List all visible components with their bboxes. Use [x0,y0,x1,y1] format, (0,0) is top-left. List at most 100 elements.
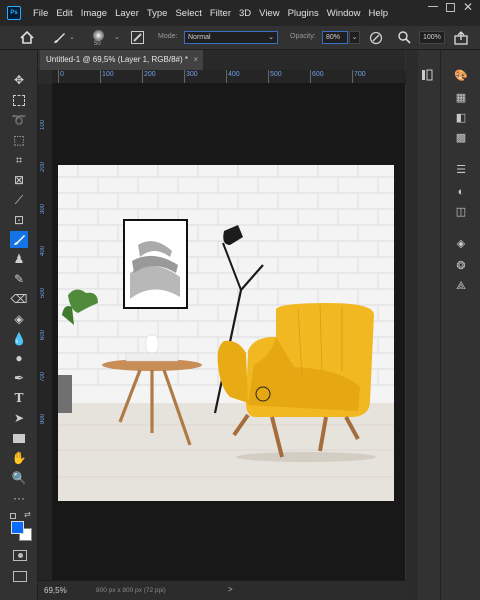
ruler-origin[interactable] [38,70,52,84]
ruler-v-label: 800 [40,414,46,425]
path-selection-tool-icon[interactable]: ➤ [10,410,28,427]
properties-icon[interactable]: ☰ [453,162,469,178]
color-palette-icon[interactable]: 🎨 [453,68,469,84]
brush-settings-icon[interactable] [131,31,144,44]
menu-layer[interactable]: Layer [111,8,143,19]
menu-select[interactable]: Select [171,8,205,19]
menu-image[interactable]: Image [77,8,111,19]
chevron-down-icon[interactable]: ⌄ [114,33,120,41]
screen-mode-icon[interactable] [13,571,27,582]
menu-file[interactable]: File [29,8,52,19]
ruler-v-label: 500 [40,288,46,299]
share-icon[interactable] [454,31,468,45]
zoom-tool-icon[interactable]: 🔍 [10,470,28,487]
more-tools-icon[interactable]: ··· [10,490,28,507]
ruler-h-label: 400 [228,71,240,78]
libraries-icon[interactable]: ◫ [453,204,469,220]
brush-preset-icon[interactable] [52,31,66,45]
eyedropper-tool-icon[interactable]: ⟋ [10,192,28,209]
default-colors-icon[interactable] [10,513,16,519]
status-zoom[interactable]: 69,5% [44,586,67,595]
close-icon[interactable]: ✕ [463,0,473,14]
brush-tool-icon[interactable] [10,231,28,248]
layers-icon[interactable]: ◈ [453,236,469,252]
tools-panel: ✥ ➰ ⬚ ⌗ ⊠ ⟋ ⊡ ♟ ✎ ⌫ ◈ 💧 ● ✒ T ➤ ✋ 🔍 ··· … [0,50,38,600]
channels-icon[interactable]: ❂ [453,258,469,274]
home-icon[interactable] [20,31,34,44]
zoom-value: 100% [423,34,441,41]
opacity-value: 80% [326,34,341,41]
patterns-icon[interactable]: ▩ [453,130,469,146]
close-tab-icon[interactable]: × [193,50,198,70]
minimize-icon[interactable] [428,6,438,7]
horizontal-ruler[interactable]: 0 100 200 300 400 500 600 700 [38,70,406,84]
menu-3d[interactable]: 3D [235,8,255,19]
pen-tool-icon[interactable]: ✒ [10,370,28,387]
menu-window[interactable]: Window [323,8,365,19]
object-select-tool-icon[interactable]: ⬚ [10,132,28,149]
document-tab[interactable]: Untitled-1 @ 69,5% (Layer 1, RGB/8#) * × [40,50,203,70]
ruler-v-label: 600 [40,330,46,341]
quick-mask-icon[interactable] [13,550,27,561]
frame-tool-icon[interactable]: ⊠ [10,172,28,189]
menu-plugins[interactable]: Plugins [284,8,323,19]
photoshop-logo-icon[interactable]: Ps [7,6,21,20]
mode-value: Normal [188,34,211,41]
status-document-size: 800 px x 800 px (72 ppi) [96,587,166,594]
opacity-dropdown[interactable]: ⌄ [349,31,360,44]
dodge-tool-icon[interactable]: ● [10,350,28,367]
type-tool-icon[interactable]: T [10,390,28,407]
ruler-h-tick [226,70,227,83]
gradients-icon[interactable]: ◧ [453,110,469,126]
rectangle-tool-icon[interactable] [10,430,28,447]
search-icon[interactable] [398,31,411,44]
status-menu-arrow-icon[interactable]: > [228,585,233,594]
crop-tool-icon[interactable]: ⌗ [10,152,28,169]
menu-edit[interactable]: Edit [52,8,76,19]
menu-bar: Ps File Edit Image Layer Type Select Fil… [0,0,480,26]
ruler-h-label: 500 [270,71,282,78]
ruler-v-label: 700 [40,372,46,383]
move-tool-icon[interactable]: ✥ [10,72,28,89]
blur-tool-icon[interactable]: 💧 [10,331,28,348]
ruler-h-tick [352,70,353,83]
lasso-tool-icon[interactable]: ➰ [10,112,28,129]
menu-filter[interactable]: Filter [206,8,235,19]
clone-stamp-tool-icon[interactable]: ♟ [10,251,28,268]
ruler-h-tick [142,70,143,83]
history-brush-tool-icon[interactable]: ✎ [10,271,28,288]
ruler-h-tick [184,70,185,83]
maximize-icon[interactable] [446,3,455,12]
brush-tip-icon[interactable] [93,30,104,41]
menu-help[interactable]: Help [365,8,393,19]
eraser-tool-icon[interactable]: ⌫ [10,291,28,308]
foreground-color-swatch[interactable] [11,521,24,534]
brush-size-value: 50 [94,41,101,47]
hand-tool-icon[interactable]: ✋ [10,450,28,467]
swatches-icon[interactable]: ▦ [453,90,469,106]
opacity-label: Opacity: [290,33,316,40]
swap-colors-icon[interactable]: ⇄ [24,510,31,519]
tab-strip [203,50,405,70]
document-canvas-image[interactable] [58,165,394,501]
options-bar: ⌄ 50 ⌄ Mode: Normal ⌄ Opacity: 80% ⌄ 100… [0,26,480,50]
zoom-field[interactable]: 100% [419,31,445,44]
ruler-h-label: 300 [186,71,198,78]
marquee-tool-icon[interactable] [10,92,28,109]
ruler-h-label: 700 [354,71,366,78]
ruler-h-tick [100,70,101,83]
menu-view[interactable]: View [255,8,283,19]
vertical-ruler[interactable]: 100 200 300 400 500 600 700 800 [38,84,52,580]
mode-label: Mode: [158,33,178,40]
paths-icon[interactable]: ⟁ [453,278,469,294]
chevron-down-icon[interactable]: ⌄ [69,33,75,41]
opacity-input[interactable]: 80% [322,31,348,44]
ruler-h-label: 600 [312,71,324,78]
menu-type[interactable]: Type [143,8,172,19]
ruler-h-tick [58,70,59,83]
adjustments-icon[interactable]: ◐ [453,184,469,200]
mode-select[interactable]: Normal ⌄ [184,31,278,44]
healing-brush-tool-icon[interactable]: ⊡ [10,212,28,229]
paint-bucket-tool-icon[interactable]: ◈ [10,311,28,328]
pressure-opacity-icon[interactable] [369,31,383,45]
